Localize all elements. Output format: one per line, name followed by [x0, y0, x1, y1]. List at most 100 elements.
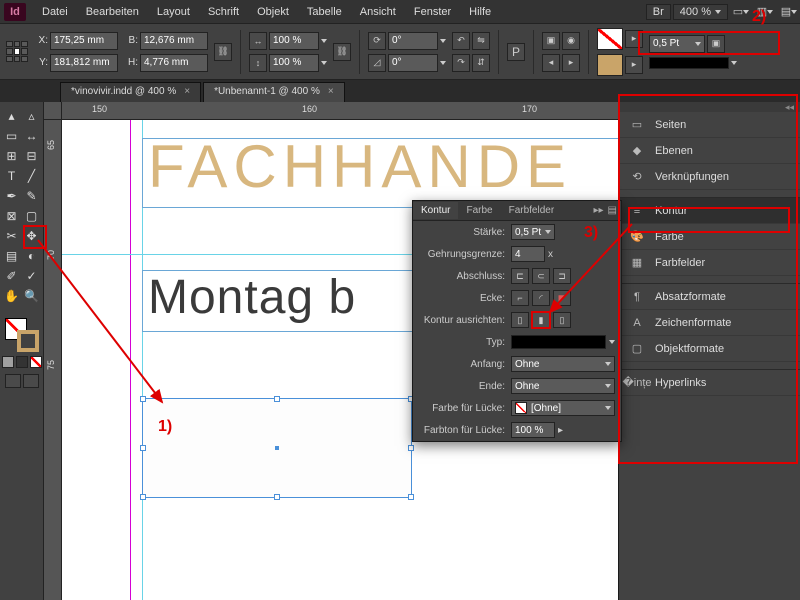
arrange-icon[interactable]: ▤ — [778, 3, 800, 21]
menu-fenster[interactable]: Fenster — [406, 3, 459, 21]
scale-x-field[interactable]: 100 % — [269, 32, 319, 50]
select-next-icon[interactable]: ▸ — [562, 54, 580, 72]
stroke-weight-field[interactable]: 0,5 Pt — [649, 35, 705, 53]
ruler-vertical[interactable]: 65 70 75 — [44, 120, 62, 600]
panel-menu-icon[interactable]: ▤ — [608, 205, 617, 216]
menu-ansicht[interactable]: Ansicht — [352, 3, 404, 21]
close-icon[interactable]: × — [184, 86, 190, 97]
zoom-level[interactable]: 400 % — [673, 4, 728, 20]
menu-tabelle[interactable]: Tabelle — [299, 3, 350, 21]
panel-verknuepfungen[interactable]: ⟲Verknüpfungen — [619, 164, 800, 190]
guide-vertical[interactable] — [130, 120, 131, 600]
stroke-style-field[interactable] — [649, 57, 729, 69]
stroke-start-select[interactable]: Ohne — [511, 356, 615, 372]
x-field[interactable]: 175,25 mm — [50, 32, 118, 50]
menu-datei[interactable]: Datei — [34, 3, 76, 21]
cap-butt[interactable]: ⊏ — [511, 268, 529, 284]
stroke-panel-tab-farbe[interactable]: Farbe — [458, 202, 500, 219]
fill-swatch[interactable] — [597, 28, 623, 50]
rotate-cw-icon[interactable]: ↷ — [452, 54, 470, 72]
fit-frame-icon[interactable]: ▣ — [707, 35, 725, 53]
close-icon[interactable]: × — [328, 86, 334, 97]
reference-point[interactable] — [6, 41, 28, 63]
panel-kontur[interactable]: ≡Kontur — [619, 198, 800, 224]
join-round[interactable]: ◜ — [532, 290, 550, 306]
stroke-type-select[interactable] — [511, 335, 606, 349]
stroke-panel-tab-kontur[interactable]: Kontur — [413, 202, 458, 219]
fill-menu-icon[interactable]: ▸ — [625, 30, 643, 48]
bridge-button[interactable]: Br — [646, 4, 671, 20]
cap-round[interactable]: ⊂ — [532, 268, 550, 284]
menu-bearbeiten[interactable]: Bearbeiten — [78, 3, 147, 21]
stroke-menu-icon[interactable]: ▸ — [625, 56, 643, 74]
gradient-swatch-tool[interactable]: ▤ — [2, 246, 22, 266]
panel-seiten[interactable]: ▭Seiten — [619, 112, 800, 138]
gap-color-select[interactable]: [Ohne] — [511, 400, 615, 416]
note-tool[interactable]: ✐ — [2, 266, 22, 286]
gap-tool[interactable]: ↔ — [22, 126, 42, 146]
menu-objekt[interactable]: Objekt — [249, 3, 297, 21]
panel-absatzformate[interactable]: ¶Absatzformate — [619, 284, 800, 310]
y-field[interactable]: 181,812 mm — [50, 54, 118, 72]
gradient-feather-tool[interactable]: ◐ — [22, 246, 42, 266]
fill-stroke-proxy[interactable] — [5, 318, 39, 352]
select-prev-icon[interactable]: ◂ — [542, 54, 560, 72]
align-stroke-center[interactable]: ▯ — [511, 312, 529, 328]
panel-objektformate[interactable]: ▢Objektformate — [619, 336, 800, 362]
menu-schrift[interactable]: Schrift — [200, 3, 247, 21]
join-miter[interactable]: ⌐ — [511, 290, 529, 306]
type-tool[interactable]: T — [2, 166, 22, 186]
select-content-icon[interactable]: ◉ — [562, 32, 580, 50]
panel-ebenen[interactable]: ◆Ebenen — [619, 138, 800, 164]
pen-tool[interactable]: ✒ — [2, 186, 22, 206]
panel-zeichenformate[interactable]: AZeichenformate — [619, 310, 800, 336]
page-tool[interactable]: ▭ — [2, 126, 22, 146]
scissors-tool[interactable]: ✂ — [2, 226, 22, 246]
constrain-wh-icon[interactable]: ⛓ — [214, 43, 232, 61]
hand-tool[interactable]: ✋ — [2, 286, 22, 306]
flip-h-icon[interactable]: ⇋ — [472, 32, 490, 50]
w-field[interactable]: 12,676 mm — [140, 32, 208, 50]
apply-color-modes[interactable] — [2, 356, 42, 368]
h-field[interactable]: 4,776 mm — [140, 54, 208, 72]
direct-selection-tool[interactable]: ▵ — [22, 106, 42, 126]
pencil-tool[interactable]: ✎ — [22, 186, 42, 206]
content-collector-tool[interactable]: ⊞ — [2, 146, 22, 166]
stroke-panel-tab-farbfelder[interactable]: Farbfelder — [501, 202, 563, 219]
scale-y-field[interactable]: 100 % — [269, 54, 319, 72]
gap-tint-input[interactable]: 100 % — [511, 422, 555, 438]
panel-farbe[interactable]: 🎨Farbe — [619, 224, 800, 250]
menu-hilfe[interactable]: Hilfe — [461, 3, 499, 21]
content-placer-tool[interactable]: ⊟ — [22, 146, 42, 166]
miter-limit-input[interactable]: 4 — [511, 246, 545, 262]
zoom-tool[interactable]: 🔍 — [22, 286, 42, 306]
panel-collapse[interactable]: ◂◂ — [619, 102, 800, 112]
ruler-horizontal[interactable]: 150 160 170 — [62, 102, 618, 120]
tab-vinovivir[interactable]: *vinovivir.indd @ 400 %× — [60, 82, 201, 102]
panel-farbfelder[interactable]: ▦Farbfelder — [619, 250, 800, 276]
stroke-end-select[interactable]: Ohne — [511, 378, 615, 394]
rectangle-tool[interactable]: ▢ — [22, 206, 42, 226]
selected-rectangle[interactable] — [142, 398, 412, 498]
align-stroke-inside[interactable]: ▮ — [532, 312, 550, 328]
rotate-ccw-icon[interactable]: ↶ — [452, 32, 470, 50]
constrain-scale-icon[interactable]: ⛓ — [333, 43, 351, 61]
panel-expand-icon[interactable]: ▸▸ — [594, 205, 604, 216]
selection-tool[interactable]: ▴ — [2, 106, 22, 126]
ruler-origin[interactable] — [44, 102, 62, 120]
tab-unbenannt1[interactable]: *Unbenannt-1 @ 400 %× — [203, 82, 345, 102]
join-bevel[interactable]: ◤ — [553, 290, 571, 306]
flip-v-icon[interactable]: ⇵ — [472, 54, 490, 72]
stroke-swatch[interactable] — [597, 54, 623, 76]
align-stroke-outside[interactable]: ▯ — [553, 312, 571, 328]
stroke-weight-input[interactable]: 0,5 Pt — [511, 224, 555, 240]
rectangle-frame-tool[interactable]: ⊠ — [2, 206, 22, 226]
shear-field[interactable]: 0° — [388, 54, 438, 72]
line-tool[interactable]: ╱ — [22, 166, 42, 186]
view-modes[interactable] — [5, 374, 39, 388]
menu-layout[interactable]: Layout — [149, 3, 198, 21]
cap-projecting[interactable]: ⊐ — [553, 268, 571, 284]
rotate-field[interactable]: 0° — [388, 32, 438, 50]
panel-hyperlinks[interactable]: �ințeHyperlinks — [619, 370, 800, 396]
free-transform-tool[interactable]: ✥ — [22, 226, 42, 246]
